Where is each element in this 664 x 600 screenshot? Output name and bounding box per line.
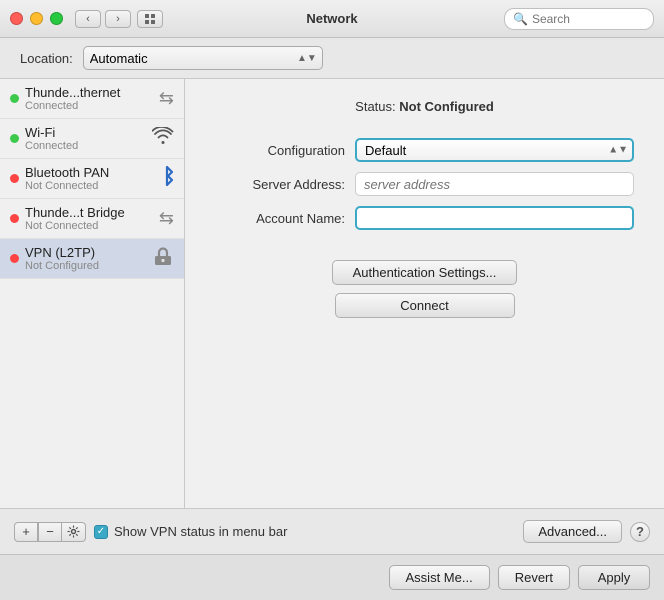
maximize-button[interactable] [50,12,63,25]
account-name-row: Account Name: username [215,206,634,230]
item-status-bluetooth: Not Connected [25,180,109,192]
configuration-select-wrap: Default ▲▼ [355,138,634,162]
status-dot-thunderbolt [10,94,19,103]
sidebar-item-vpn[interactable]: VPN (L2TP) Not Configured [0,239,184,279]
vpn-status-label: Show VPN status in menu bar [114,524,287,539]
item-name-thunderbolt: Thunde...thernet [25,85,120,100]
status-dot-wifi [10,134,19,143]
configuration-select[interactable]: Default [355,138,634,162]
add-network-button[interactable]: + [14,522,38,542]
bluetooth-icon [160,165,174,192]
traffic-lights [10,12,63,25]
assist-me-button[interactable]: Assist Me... [389,565,490,590]
item-name-bridge: Thunde...t Bridge [25,205,125,220]
vpn-status-checkbox[interactable]: ✓ [94,525,108,539]
status-row: Status: Not Configured [215,99,634,114]
location-bar: Location: Automatic Home Work ▲▼ [0,38,664,79]
authentication-settings-button[interactable]: Authentication Settings... [332,260,518,285]
wifi-icon [152,127,174,150]
ethernet-icon: ⇆ [159,88,174,109]
item-status-wifi: Connected [25,140,78,152]
vpn-status-bar: + − ✓ Show VPN status in menu bar Advanc… [0,508,664,554]
revert-button[interactable]: Revert [498,565,570,590]
location-select[interactable]: Automatic Home Work [83,46,323,70]
vpn-icon [152,245,174,272]
search-icon: 🔍 [513,12,528,26]
forward-button[interactable]: › [105,10,131,28]
sidebar-item-bluetooth[interactable]: Bluetooth PAN Not Connected [0,159,184,199]
item-status-thunderbolt: Connected [25,100,120,112]
sidebar-item-thunderbolt-bridge[interactable]: Thunde...t Bridge Not Connected ⇆ [0,199,184,239]
advanced-button[interactable]: Advanced... [523,520,622,543]
detail-panel: Status: Not Configured Configuration Def… [185,79,664,508]
account-name-input[interactable]: username [355,206,634,230]
status-value: Not Configured [399,99,494,114]
network-settings-button[interactable] [62,522,86,542]
configuration-label: Configuration [215,143,345,158]
location-select-wrap: Automatic Home Work ▲▼ [83,46,323,70]
grid-button[interactable] [137,10,163,28]
status-dot-bridge [10,214,19,223]
sidebar: Thunde...thernet Connected ⇆ Wi-Fi Conne… [0,79,185,508]
server-address-input[interactable] [355,172,634,196]
item-status-vpn: Not Configured [25,260,99,272]
help-button[interactable]: ? [630,522,650,542]
status-dot-vpn [10,254,19,263]
search-input[interactable] [532,12,645,26]
nav-buttons: ‹ › [75,10,131,28]
vpn-checkbox-row: ✓ Show VPN status in menu bar [94,524,515,539]
back-button[interactable]: ‹ [75,10,101,28]
account-name-label: Account Name: [215,211,345,226]
minimize-button[interactable] [30,12,43,25]
apply-button[interactable]: Apply [578,565,650,590]
server-address-label: Server Address: [215,177,345,192]
item-name-vpn: VPN (L2TP) [25,245,99,260]
footer-buttons: Assist Me... Revert Apply [0,554,664,600]
window-title: Network [306,11,357,26]
server-address-row: Server Address: [215,172,634,196]
location-label: Location: [20,51,73,66]
item-name-bluetooth: Bluetooth PAN [25,165,109,180]
bottom-right-controls: Advanced... ? [523,520,650,543]
bridge-icon: ⇆ [159,208,174,229]
sidebar-item-thunderbolt-ethernet[interactable]: Thunde...thernet Connected ⇆ [0,79,184,119]
titlebar: ‹ › Network 🔍 [0,0,664,38]
action-buttons: Authentication Settings... Connect [215,260,634,318]
form-rows: Configuration Default ▲▼ Server Address:… [215,138,634,230]
connect-button[interactable]: Connect [335,293,515,318]
sidebar-controls: + − [14,522,86,542]
main-content: Thunde...thernet Connected ⇆ Wi-Fi Conne… [0,79,664,508]
item-status-bridge: Not Connected [25,220,125,232]
search-box[interactable]: 🔍 [504,8,654,30]
status-dot-bluetooth [10,174,19,183]
status-label: Status: [355,99,395,114]
configuration-row: Configuration Default ▲▼ [215,138,634,162]
item-name-wifi: Wi-Fi [25,125,78,140]
sidebar-item-wifi[interactable]: Wi-Fi Connected [0,119,184,159]
close-button[interactable] [10,12,23,25]
remove-network-button[interactable]: − [38,522,62,542]
